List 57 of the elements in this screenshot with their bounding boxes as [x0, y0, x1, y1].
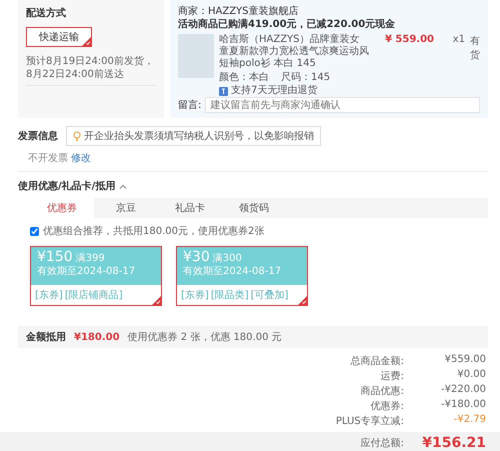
summary-label: 优惠券: [370, 400, 404, 413]
summary-label: PLUS专享立减: [336, 414, 404, 428]
invoice-status: 不开发票 [28, 153, 68, 164]
coupon-validity: 有效期至2024-08-17 [183, 265, 282, 278]
coupon-amount: ¥150 [37, 249, 73, 265]
discount-label: 金额抵用 [26, 330, 66, 344]
check-corner-icon [82, 37, 91, 46]
check-corner-icon [152, 296, 161, 305]
check-corner-icon [298, 296, 307, 305]
coupon-condition: 满300 [212, 253, 242, 264]
discount-value: ¥180.00 [74, 332, 120, 342]
section-title: 配送方式 [26, 6, 67, 20]
coupon-condition: 满399 [76, 253, 105, 264]
product-photo-placeholder [178, 34, 214, 78]
note-label: 留言: [178, 98, 202, 112]
coupon-amount: ¥30 [183, 249, 210, 265]
tab[interactable]: 京豆 [94, 198, 158, 218]
service-text: 支持7天无理由退货 [231, 85, 318, 97]
summary-value: ¥0.00 [456, 369, 486, 382]
coupon-tag: [限品类] [210, 288, 249, 302]
product-quantity: x1 [452, 34, 465, 47]
summary-value: -¥2.79 [452, 414, 486, 427]
delivery-estimate: 预计8月19日24:00前发货，8月22日24:00前送达 [26, 55, 156, 86]
checkbox-label: 优惠组合推荐，共抵用180.00元，使用优惠券2张 [43, 224, 264, 238]
product-price: ¥ 559.00 [384, 34, 434, 47]
shipping-option[interactable]: 快递运输 [26, 27, 92, 47]
shop-name: 商家：HAZZYS童装旗舰店 [178, 5, 300, 18]
summary-label: 总商品金额: [350, 354, 404, 368]
checkbox[interactable] [30, 226, 39, 236]
summary-label: 商品优惠: [360, 384, 404, 398]
coupon-tag: [限店铺商品] [64, 288, 123, 302]
note-input[interactable]: 建议留言前先与商家沟通确认 [205, 97, 480, 113]
tip-text: 开企业抬头发票须填写纳税人识别号，以免影响报销 [84, 130, 314, 143]
tab[interactable]: 礼品卡 [158, 198, 222, 218]
coupon-tag: [东券] [181, 288, 209, 302]
product-size: 尺码：145 [281, 72, 330, 84]
summary-value: -¥180.00 [440, 399, 486, 412]
lightbulb-icon [73, 131, 81, 141]
product-color: 颜色：本白 [219, 72, 269, 84]
caret-icon[interactable] [119, 184, 128, 188]
stock-status: 有货 [470, 35, 480, 63]
summary-value: -¥220.00 [440, 384, 486, 397]
tab[interactable]: 优惠券 [30, 198, 94, 218]
discount-note: 使用优惠券 2 张，优惠 180.00 元 [128, 330, 282, 344]
edit-link[interactable]: 修改 [71, 153, 91, 164]
coupon-tag: [可叠加] [250, 288, 288, 302]
summary-value: ¥559.00 [444, 354, 486, 367]
coupon-validity: 有效期至2024-08-17 [37, 265, 136, 278]
tab[interactable]: 领货码 [222, 198, 286, 218]
coupon-tag: [东券] [35, 288, 63, 302]
promo-text: 活动商品已购满419.00元，已减220.00元现金 [178, 18, 396, 31]
section-title: 发票信息 [18, 130, 58, 143]
payable-amount: ¥156.21 [421, 435, 486, 451]
section-title: 使用优惠/礼品卡/抵用 [18, 180, 116, 193]
summary-label: 运费: [380, 370, 404, 383]
product-title: 哈吉斯（HAZZYS）品牌童装女童夏新款弹力宽松透气凉爽运动风短袖polo衫 本白 145 [219, 34, 369, 70]
payable-label: 应付总额: [360, 436, 404, 450]
